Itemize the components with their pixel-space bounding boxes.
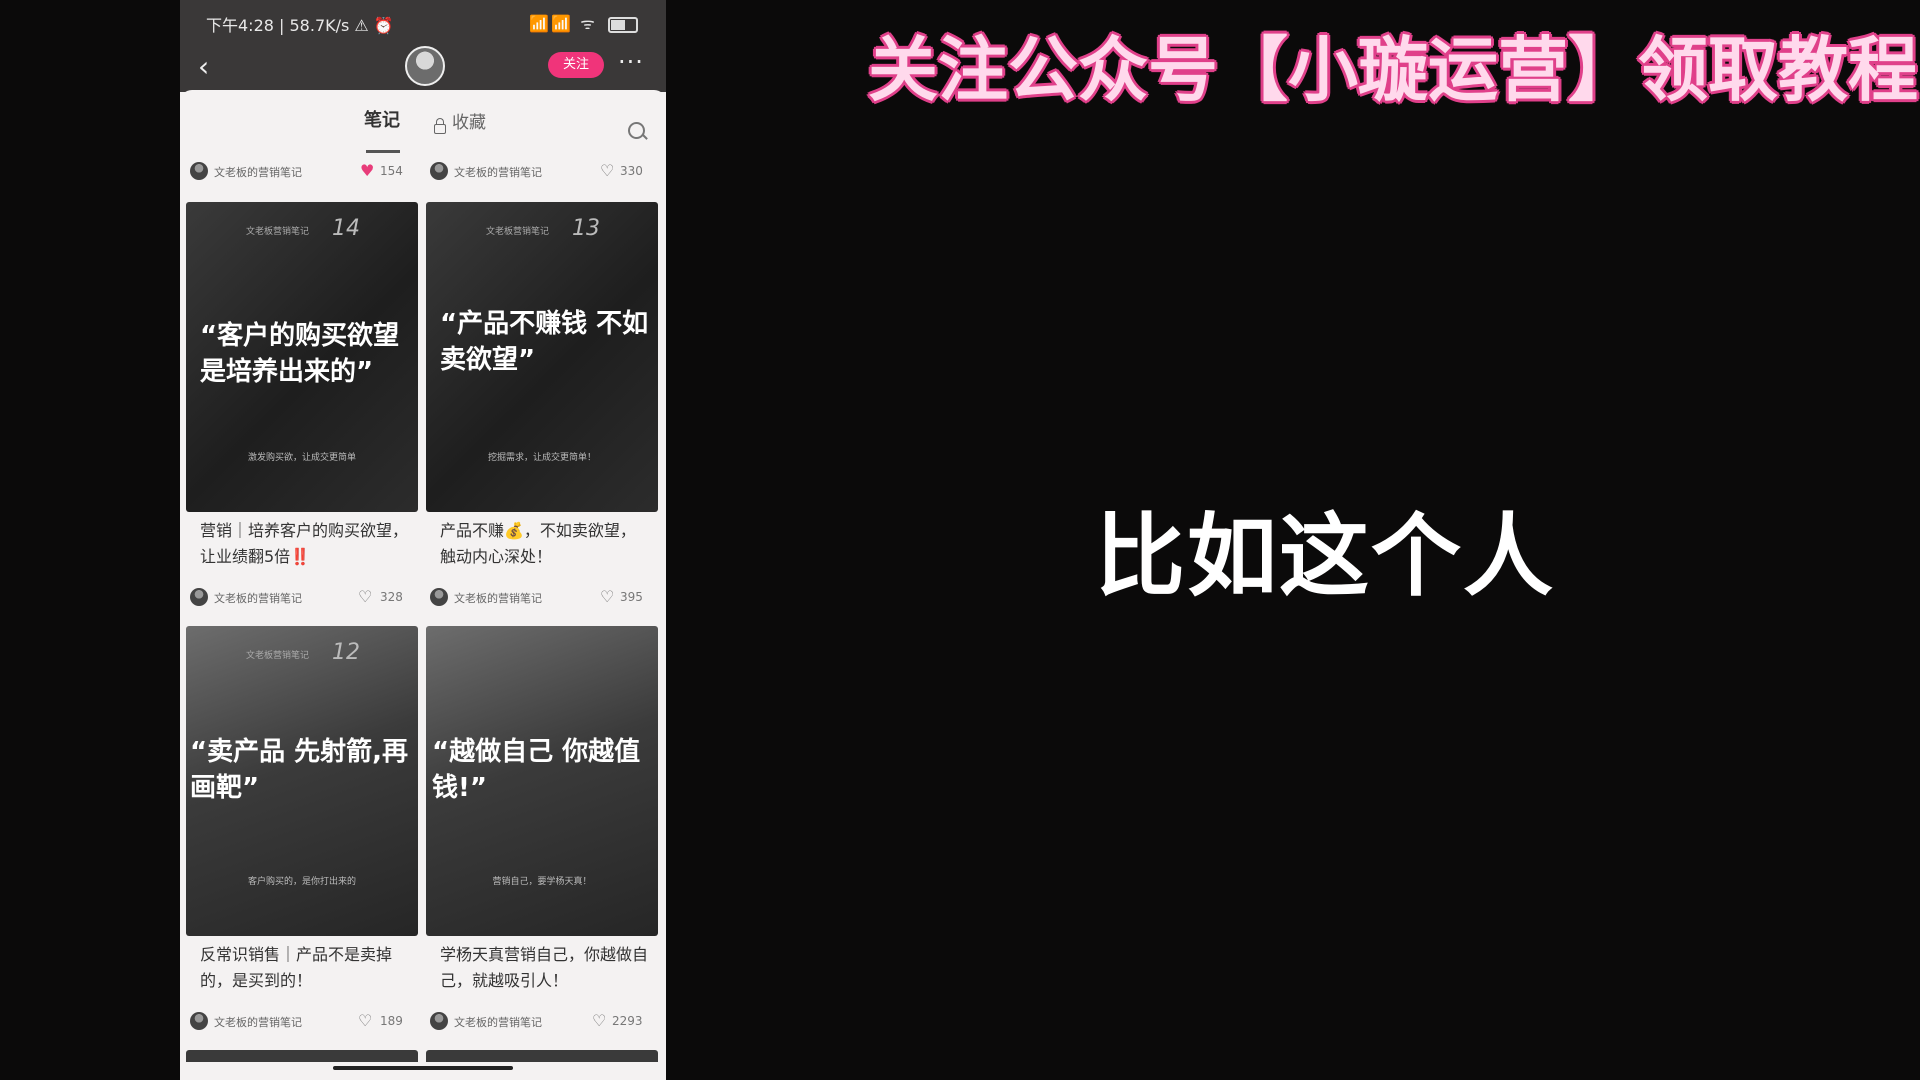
signal-icon: 📶📶 ᯤ	[529, 14, 597, 33]
next-note-cover[interactable]	[186, 1050, 418, 1062]
cover-quote: “卖产品 先射箭,再画靶”	[190, 737, 409, 803]
heart-icon[interactable]: ♥	[360, 163, 374, 179]
note-meta[interactable]: 文老板的营销笔记 ♡ 330	[420, 160, 652, 182]
cover-header: 文老板营销笔记	[246, 651, 310, 661]
video-subtitle: 比如这个人	[1095, 504, 1555, 609]
profile-avatar[interactable]	[405, 46, 445, 86]
note-title[interactable]: 产品不赚💰，不如卖欲望，触动内心深处！	[440, 518, 650, 570]
lock-icon	[434, 118, 446, 134]
status-bar: 下午4:28 | 58.7K/s ⚠ ⏰ 📶📶 ᯤ	[180, 0, 666, 44]
search-icon[interactable]	[628, 122, 645, 139]
profile-tabs: 笔记 收藏	[180, 106, 666, 153]
cover-quote: “越做自己 你越值钱!”	[432, 737, 641, 803]
note-card[interactable]: 文老板营销笔记 14 “客户的购买欲望是培养出来的” 激发购买欲，让成交更简单 …	[186, 202, 418, 622]
cover-number: 13	[572, 216, 600, 241]
author-avatar	[190, 1012, 208, 1030]
status-icons: 📶📶 ᯤ	[529, 12, 638, 34]
author-name: 文老板的营销笔记	[454, 592, 542, 605]
author-avatar	[430, 588, 448, 606]
next-note-cover[interactable]	[426, 1050, 658, 1062]
note-cover[interactable]: 文老板营销笔记 14 “客户的购买欲望是培养出来的” 激发购买欲，让成交更简单	[186, 202, 418, 512]
cover-caption: 营销自己，要学杨天真！	[492, 877, 592, 887]
cover-caption: 挖掘需求，让成交更简单！	[487, 453, 596, 463]
cover-header: 文老板营销笔记	[246, 227, 310, 237]
heart-icon[interactable]: ♡	[600, 589, 614, 605]
note-card[interactable]: 文老板营销笔记 13 “产品不赚钱 不如卖欲望” 挖掘需求，让成交更简单！ 产品…	[426, 202, 658, 622]
cover-quote: “客户的购买欲望是培养出来的”	[200, 321, 400, 387]
author-name: 文老板的营销笔记	[454, 166, 542, 179]
like-count: 189	[380, 1014, 403, 1028]
tab-favorites[interactable]: 收藏	[452, 108, 486, 133]
cover-header: 文老板营销笔记	[486, 227, 550, 237]
home-indicator[interactable]	[333, 1066, 513, 1070]
profile-nav-bar: ‹ 关注 ···	[180, 44, 666, 92]
cover-number: 12	[332, 640, 360, 665]
like-count: 328	[380, 590, 403, 604]
note-card[interactable]: 文老板营销笔记 12 “卖产品 先射箭,再画靶” 客户购买的，是你打出来的 反常…	[186, 626, 418, 1046]
author-name: 文老板的营销笔记	[214, 1016, 302, 1029]
author-name: 文老板的营销笔记	[214, 592, 302, 605]
note-card[interactable]: “越做自己 你越值钱!” 营销自己，要学杨天真！ 学杨天真营销自己，你越做自己，…	[426, 626, 658, 1046]
cover-quote: “产品不赚钱 不如卖欲望”	[440, 309, 649, 375]
heart-icon[interactable]: ♡	[600, 163, 614, 179]
note-title[interactable]: 反常识销售｜产品不是卖掉的，是买到的！	[200, 942, 410, 994]
note-meta[interactable]: 文老板的营销笔记 ♡ 328	[180, 586, 412, 608]
note-title[interactable]: 营销｜培养客户的购买欲望，让业绩翻5倍‼️	[200, 518, 410, 570]
like-count: 330	[620, 164, 643, 178]
phone-screen: 下午4:28 | 58.7K/s ⚠ ⏰ 📶📶 ᯤ ‹ 关注 ··· 笔记 收藏…	[180, 0, 666, 1080]
cover-caption: 激发购买欲，让成交更简单	[247, 453, 356, 463]
author-avatar	[430, 1012, 448, 1030]
more-icon[interactable]: ···	[618, 48, 644, 76]
status-time: 下午4:28 | 58.7K/s ⚠ ⏰	[206, 16, 394, 35]
note-title[interactable]: 学杨天真营销自己，你越做自己，就越吸引人！	[440, 942, 650, 994]
heart-icon[interactable]: ♡	[358, 589, 372, 605]
heart-icon[interactable]: ♡	[592, 1013, 606, 1029]
author-name: 文老板的营销笔记	[454, 1016, 542, 1029]
note-meta[interactable]: 文老板的营销笔记 ♥ 154	[180, 160, 412, 182]
author-avatar	[190, 588, 208, 606]
like-count: 395	[620, 590, 643, 604]
promo-headline: 关注公众号【小璇运营】领取教程	[868, 29, 1918, 111]
like-count: 154	[380, 164, 403, 178]
author-name: 文老板的营销笔记	[214, 166, 302, 179]
note-cover[interactable]: “越做自己 你越值钱!” 营销自己，要学杨天真！	[426, 626, 658, 936]
tab-notes[interactable]: 笔记	[364, 106, 400, 132]
cover-caption: 客户购买的，是你打出来的	[247, 877, 356, 887]
note-cover[interactable]: 文老板营销笔记 12 “卖产品 先射箭,再画靶” 客户购买的，是你打出来的	[186, 626, 418, 936]
note-meta[interactable]: 文老板的营销笔记 ♡ 189	[180, 1010, 412, 1032]
back-icon[interactable]: ‹	[198, 50, 209, 83]
note-meta[interactable]: 文老板的营销笔记 ♡ 395	[420, 586, 652, 608]
notes-sheet: 笔记 收藏 文老板的营销笔记 ♥ 154 文老板的营销笔记 ♡ 330 文老板营…	[180, 90, 666, 1080]
note-meta[interactable]: 文老板的营销笔记 ♡ 2293	[420, 1010, 652, 1032]
heart-icon[interactable]: ♡	[358, 1013, 372, 1029]
battery-icon	[608, 16, 638, 33]
follow-button[interactable]: 关注	[548, 52, 604, 78]
tab-active-indicator	[366, 150, 400, 153]
author-avatar	[430, 162, 448, 180]
cover-number: 14	[332, 216, 360, 241]
like-count: 2293	[612, 1014, 643, 1028]
note-cover[interactable]: 文老板营销笔记 13 “产品不赚钱 不如卖欲望” 挖掘需求，让成交更简单！	[426, 202, 658, 512]
author-avatar	[190, 162, 208, 180]
